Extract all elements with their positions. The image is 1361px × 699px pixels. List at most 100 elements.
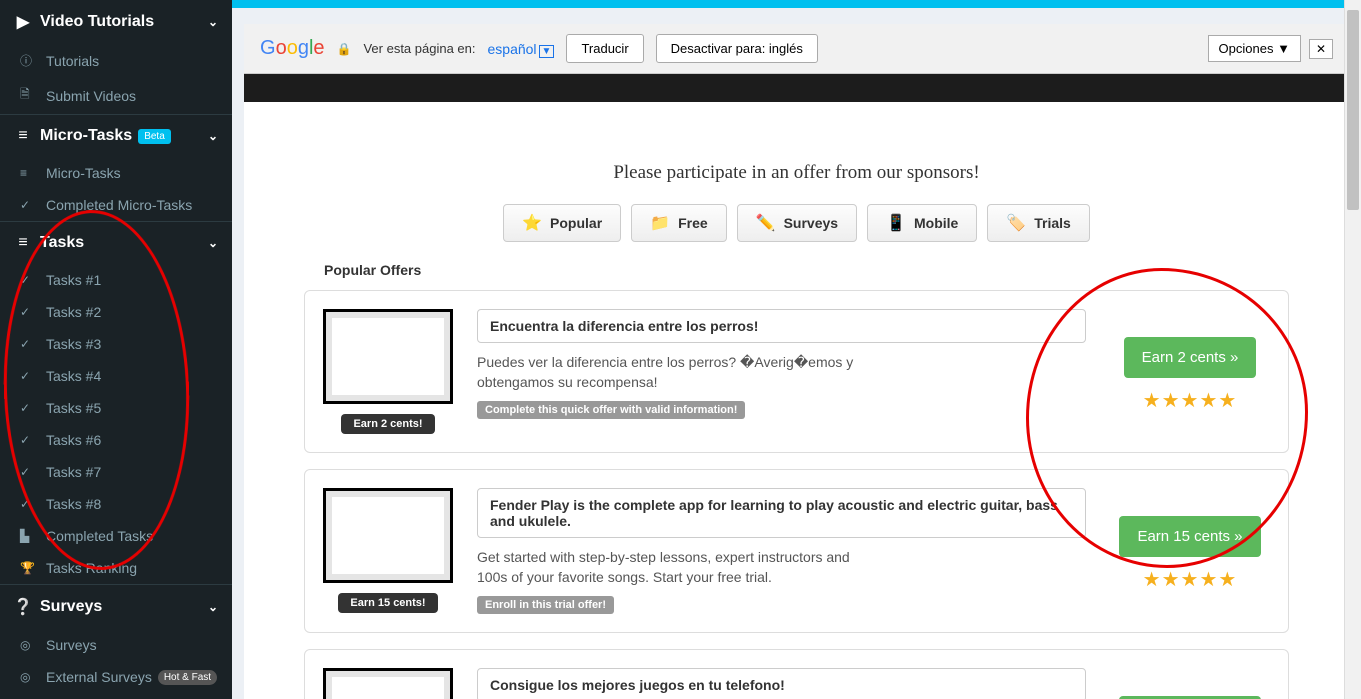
sidebar-item-submit-videos[interactable]: 🗎 Submit Videos — [0, 77, 232, 114]
offer-description: Puedes ver la diferencia entre los perro… — [477, 353, 877, 392]
check-icon: ✓ — [20, 465, 38, 479]
sidebar-item-tasks-1[interactable]: ✓Tasks #1 — [0, 264, 232, 296]
google-translate-bar: Google 🔒 Ver esta página en: español▼ Tr… — [244, 24, 1349, 74]
trophy-icon: 🏆 — [20, 561, 38, 575]
chevron-down-icon: ⌄ — [208, 236, 218, 250]
translate-button[interactable]: Traducir — [566, 34, 643, 63]
sidebar-header-micro-tasks[interactable]: ≡ Micro-Tasks Beta ⌄ — [0, 115, 232, 157]
language-select[interactable]: español▼ — [488, 41, 555, 57]
info-icon: ⓘ — [20, 52, 38, 69]
star-icon: ⭐ — [522, 213, 542, 233]
sidebar-item-tasks-7[interactable]: ✓ Tasks #7 — [0, 456, 232, 488]
chevron-down-icon: ⌄ — [208, 129, 218, 143]
filter-free[interactable]: 📁 Free — [631, 204, 727, 242]
beta-badge: Beta — [138, 129, 171, 144]
sidebar-item-completed-micro-tasks[interactable]: ✓ Completed Micro-Tasks — [0, 189, 232, 221]
disable-translate-button[interactable]: Desactivar para: inglés — [656, 34, 818, 63]
sidebar-item-label: Tasks #3 — [46, 336, 101, 352]
mobile-icon: 📱 — [886, 213, 906, 233]
filter-label: Popular — [550, 215, 602, 231]
youtube-icon: ▶ — [14, 12, 32, 32]
sidebar: ▶ Video Tutorials ⌄ ⓘ Tutorials 🗎 Submit… — [0, 0, 232, 699]
section-title: Popular Offers — [324, 262, 1349, 278]
help-icon: ❔ — [14, 597, 32, 617]
sidebar-item-label: Surveys — [46, 637, 97, 653]
offer-thumbnail[interactable] — [323, 309, 453, 404]
language-link[interactable]: español — [488, 41, 537, 57]
sidebar-item-tasks-3[interactable]: ✓ Tasks #3 — [0, 328, 232, 360]
top-dark-bar — [244, 74, 1349, 102]
hero-text: Please participate in an offer from our … — [244, 162, 1349, 184]
sidebar-item-micro-tasks[interactable]: ≡ Micro-Tasks — [0, 157, 232, 189]
sidebar-item-label: Tasks #2 — [46, 304, 101, 320]
sidebar-item-label: Tasks #6 — [46, 432, 101, 448]
pencil-icon: ✏️ — [756, 213, 776, 233]
sidebar-item-label: Tasks #8 — [46, 496, 101, 512]
sidebar-header-label: Surveys — [40, 598, 102, 616]
offer-description: Get started with step-by-step lessons, e… — [477, 548, 877, 587]
target-icon: ◎ — [20, 638, 38, 652]
scrollbar-thumb[interactable] — [1347, 10, 1359, 210]
list-icon: ≡ — [14, 127, 32, 145]
sidebar-item-tasks-4[interactable]: ✓Tasks #4 — [0, 360, 232, 392]
filter-tabs: ⭐ Popular 📁 Free ✏️ Surveys 📱Mobile 🏷️ Trial… — [244, 204, 1349, 242]
offer-thumbnail[interactable] — [323, 668, 453, 699]
star-rating: ★★★★★ — [1110, 567, 1270, 592]
filter-label: Surveys — [784, 215, 838, 231]
sidebar-item-label: Submit Videos — [46, 88, 136, 104]
filter-mobile[interactable]: 📱Mobile — [867, 204, 977, 242]
offers-list: Earn 2 cents! Encuentra la diferencia en… — [244, 290, 1349, 699]
file-icon: 🗎 — [20, 85, 38, 106]
translate-label: Ver esta página en: — [363, 41, 475, 56]
filter-trials[interactable]: 🏷️ Trials — [987, 204, 1090, 242]
tag-icon: 🏷️ — [1006, 213, 1026, 233]
sidebar-header-surveys[interactable]: ❔ Surveys ⌄ — [0, 585, 232, 629]
vertical-scrollbar[interactable] — [1344, 0, 1361, 699]
sidebar-item-tasks-5[interactable]: ✓Tasks #5 — [0, 392, 232, 424]
sidebar-header-tasks[interactable]: ≡ Tasks ⌄ — [0, 222, 232, 264]
sidebar-item-tasks-6[interactable]: ✓Tasks #6 — [0, 424, 232, 456]
main-content: Google 🔒 Ver esta página en: español▼ Tr… — [232, 0, 1361, 699]
sidebar-header-label: Tasks — [40, 234, 84, 252]
filter-popular[interactable]: ⭐ Popular — [503, 204, 621, 242]
offer-title: Consigue los mejores juegos en tu telefo… — [490, 677, 785, 693]
filter-label: Free — [678, 215, 708, 231]
offer-card: Earn 2 cents! Encuentra la diferencia en… — [304, 290, 1289, 453]
check-icon: ✓ — [20, 497, 38, 511]
sidebar-item-label: Tasks #7 — [46, 464, 101, 480]
filter-label: Trials — [1034, 215, 1071, 231]
list-icon: ≡ — [14, 234, 32, 252]
sidebar-item-tasks-2[interactable]: ✓Tasks #2 — [0, 296, 232, 328]
folder-icon: 📁 — [650, 213, 670, 233]
sidebar-item-label: Tasks #1 — [46, 272, 101, 288]
close-translate-button[interactable]: ✕ — [1309, 39, 1333, 59]
earn-button[interactable]: Earn 15 cents » — [1119, 516, 1260, 557]
offer-title-box[interactable]: Fender Play is the complete app for lear… — [477, 488, 1086, 538]
sidebar-header-video-tutorials[interactable]: ▶ Video Tutorials ⌄ — [0, 0, 232, 44]
offer-title-box[interactable]: Encuentra la diferencia entre los perros… — [477, 309, 1086, 343]
check-icon: ✓ — [20, 337, 38, 351]
offer-title-box[interactable]: Consigue los mejores juegos en tu telefo… — [477, 668, 1086, 699]
sidebar-item-tasks-8[interactable]: ✓ Tasks #8 — [0, 488, 232, 520]
chart-icon: ▙ — [20, 529, 38, 543]
earn-button[interactable]: Earn 2 cents » — [1124, 337, 1257, 378]
sidebar-item-label: Tutorials — [46, 53, 99, 69]
filter-surveys[interactable]: ✏️ Surveys — [737, 204, 857, 242]
sidebar-header-label: Video Tutorials — [40, 13, 154, 31]
check-icon: ✓ — [20, 369, 38, 383]
offer-hint: Enroll in this trial offer! — [477, 596, 614, 614]
sidebar-header-label: Micro-Tasks — [40, 127, 132, 145]
sidebar-item-pollfish-surveys[interactable]: ◎ PollFish Surveys Hot & Fast — [0, 693, 232, 699]
sidebar-item-tutorials[interactable]: ⓘ Tutorials — [0, 44, 232, 77]
sidebar-item-tasks-ranking[interactable]: 🏆Tasks Ranking — [0, 552, 232, 584]
offer-card: Consigue los mejores juegos en tu telefo… — [304, 649, 1289, 699]
sidebar-item-external-surveys[interactable]: ◎ External Surveys Hot & Fast — [0, 661, 232, 693]
offer-thumbnail[interactable] — [323, 488, 453, 583]
offer-hint: Complete this quick offer with valid inf… — [477, 401, 745, 419]
sidebar-item-completed-tasks[interactable]: ▙Completed Tasks — [0, 520, 232, 552]
sidebar-item-surveys[interactable]: ◎ Surveys — [0, 629, 232, 661]
chevron-down-icon: ▼ — [539, 45, 555, 58]
star-rating: ★★★★★ — [1110, 388, 1270, 413]
sidebar-item-label: Tasks #5 — [46, 400, 101, 416]
options-button[interactable]: Opciones ▼ — [1208, 35, 1301, 62]
